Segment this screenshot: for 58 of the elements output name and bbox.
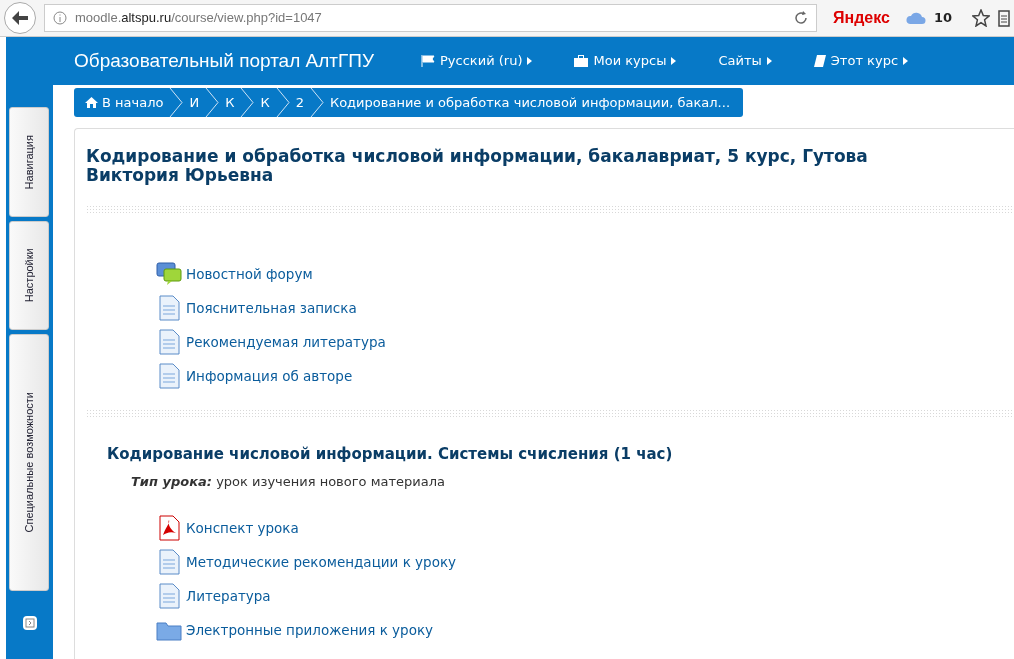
clipboard-icon[interactable] (998, 9, 1010, 27)
breadcrumb-link[interactable]: 2 (292, 92, 307, 113)
chevron-icon (309, 88, 324, 117)
activity-link[interactable]: Рекомендуемая литература (186, 331, 386, 353)
breadcrumb-link[interactable]: И (186, 92, 203, 113)
breadcrumb-link[interactable]: К (222, 92, 238, 113)
caret-icon (903, 57, 909, 65)
document-icon (158, 363, 180, 389)
caret-icon (671, 57, 677, 65)
back-arrow-icon (12, 11, 28, 25)
url-text: moodle.altspu.ru/course/view.php?id=1047 (75, 9, 322, 28)
temperature-text: 10 (933, 9, 952, 28)
address-field[interactable]: moodle.altspu.ru/course/view.php?id=1047 (44, 4, 817, 32)
document-icon (158, 329, 180, 355)
home-icon (85, 97, 98, 108)
reload-icon[interactable] (794, 11, 808, 25)
activity-link[interactable]: Новостной форум (186, 263, 313, 285)
side-tab[interactable]: Навигация (9, 107, 49, 217)
chevron-icon (205, 88, 220, 117)
activity-link[interactable]: Электронные приложения к уроку (186, 619, 434, 641)
folder-icon (156, 619, 182, 641)
caret-icon (527, 57, 533, 65)
activity-link[interactable]: Конспект урока (186, 517, 299, 539)
cloud-icon (905, 12, 926, 24)
chevron-icon (275, 88, 290, 117)
activity-link[interactable]: Информация об авторе (186, 365, 353, 387)
course-title: Кодирование и обработка числовой информации, бакалавриат, 5 курс, Гутова Виктория Юрьевна (86, 147, 869, 185)
document-icon (158, 295, 180, 321)
activity-link[interactable]: Методические рекомендации к уроку (186, 551, 457, 573)
speech-bubbles-icon (156, 262, 182, 286)
chevron-icon (169, 88, 184, 117)
book-icon (813, 55, 826, 67)
breadcrumb-link[interactable]: Кодирование и обработка числовой информации, бакал... (326, 92, 733, 113)
pdf-document-icon (158, 515, 180, 541)
back-button[interactable] (4, 2, 36, 34)
nav-menu[interactable]: Мои курсы (553, 51, 698, 71)
flag-icon (421, 55, 436, 67)
nav-menu[interactable]: Русский (ru) (400, 51, 554, 71)
nav-menu[interactable]: Сайты (697, 51, 793, 71)
site-title[interactable]: Образовательный портал АлтГПУ (74, 46, 375, 76)
briefcase-icon (574, 55, 589, 67)
nav-menu[interactable]: Этот курс (792, 51, 930, 71)
lesson-type-text: Тип урока: урок изучения нового материала (130, 472, 446, 491)
document-icon (158, 583, 180, 609)
chevron-icon (240, 88, 255, 117)
breadcrumb-link[interactable]: В начало (82, 92, 167, 113)
breadcrumb-link[interactable]: К (257, 92, 273, 113)
side-tab[interactable]: Специальные возможности (9, 334, 49, 591)
side-tab[interactable]: Настройки (9, 221, 49, 330)
yandex-logo[interactable]: Яндекс (825, 6, 898, 30)
document-icon (158, 549, 180, 575)
section-title: Кодирование числовой информации. Системы счисления (1 час) (107, 444, 674, 465)
activity-link[interactable]: Литература (186, 585, 271, 607)
caret-icon (766, 57, 772, 65)
star-icon[interactable] (972, 9, 990, 27)
dock-toggle-icon[interactable] (21, 615, 38, 631)
info-icon (53, 11, 67, 25)
activity-link[interactable]: Пояснительная записка (186, 297, 357, 319)
